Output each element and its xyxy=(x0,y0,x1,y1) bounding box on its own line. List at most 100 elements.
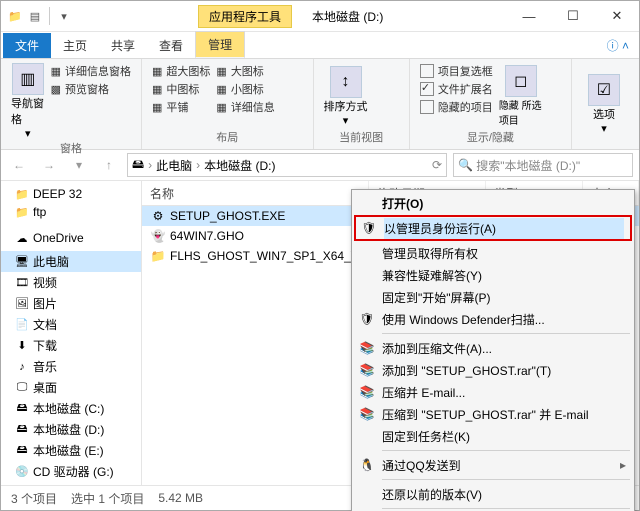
tab-manage[interactable]: 管理 xyxy=(195,31,245,58)
ctx-compress-rar-email[interactable]: 📚压缩到 "SETUP_GHOST.rar" 并 E-mail xyxy=(354,403,632,425)
recent-button[interactable]: ▾ xyxy=(67,153,91,177)
video-icon: 🎞 xyxy=(15,276,29,290)
layout-detail[interactable]: ▦ 详细信息 xyxy=(216,99,274,115)
ribbon-group-layout: ▦ 超大图标 ▦ 中图标 ▦ 平铺 ▦ 大图标 ▦ 小图标 ▦ 详细信息 布局 xyxy=(142,59,314,149)
ctx-restore-prev[interactable]: 还原以前的版本(V) xyxy=(354,483,632,505)
detail-pane-toggle[interactable]: ▦ 详细信息窗格 xyxy=(51,63,131,79)
tab-share[interactable]: 共享 xyxy=(99,33,147,58)
separator-icon xyxy=(382,479,630,480)
disc-icon: 💿 xyxy=(15,465,29,479)
tree-desktop[interactable]: 🖵桌面 xyxy=(1,377,141,398)
defender-icon: 🛡 xyxy=(358,312,376,326)
ctx-pin-start[interactable]: 固定到"开始"屏幕(P) xyxy=(354,286,632,308)
crumb-pc[interactable]: 此电脑 xyxy=(156,157,192,174)
separator-icon xyxy=(382,450,630,451)
status-selected: 选中 1 个项目 xyxy=(71,490,144,507)
tree-onedrive[interactable]: ☁OneDrive xyxy=(1,229,141,247)
archive-icon: 📚 xyxy=(358,385,376,399)
ctx-run-as-admin[interactable]: 🛡以管理员身份运行(A) xyxy=(354,215,632,241)
sort-icon: ↕ xyxy=(330,66,362,98)
ribbon-body: ▥ 导航窗格 ▾ ▦ 详细信息窗格 ▩ 预览窗格 窗格 ▦ 超大图标 ▦ 中图标… xyxy=(1,59,639,150)
ribbon-group-current: ↕ 排序方式 ▾ 当前视图 xyxy=(314,59,410,149)
close-button[interactable]: ✕ xyxy=(595,1,639,31)
music-icon: ♪ xyxy=(15,360,29,374)
preview-pane-toggle[interactable]: ▩ 预览窗格 xyxy=(51,81,131,97)
help-icon[interactable]: ⓘ ˄ xyxy=(597,33,639,58)
chk-extensions[interactable]: 文件扩展名 xyxy=(420,81,493,97)
back-button[interactable]: ← xyxy=(7,153,31,177)
ctx-pin-taskbar[interactable]: 固定到任务栏(K) xyxy=(354,425,632,447)
tree-deep32[interactable]: 📁DEEP 32 xyxy=(1,185,141,203)
ribbon-group-options: ☑ 选项 ▾ xyxy=(572,59,639,149)
chk-checkboxes[interactable]: 项目复选框 xyxy=(420,63,493,79)
drive-icon: 🖴 xyxy=(15,423,29,437)
search-icon: 🔍 xyxy=(458,158,473,172)
tree-drive-c[interactable]: 🖴本地磁盘 (C:) xyxy=(1,398,141,419)
archive-icon: 📚 xyxy=(358,407,376,421)
contextual-tab-label: 应用程序工具 xyxy=(198,5,292,28)
breadcrumb[interactable]: 🖴 › 此电脑 › 本地磁盘 (D:) ⟳ xyxy=(127,153,447,177)
layout-small[interactable]: ▦ 小图标 xyxy=(216,81,274,97)
tree-thispc[interactable]: 🖥此电脑 xyxy=(1,251,141,272)
minimize-button[interactable]: — xyxy=(507,1,551,31)
tree-downloads[interactable]: ⬇下载 xyxy=(1,335,141,356)
nav-tree[interactable]: 📁DEEP 32 📁ftp ☁OneDrive 🖥此电脑 🎞视频 🖼图片 📄文档… xyxy=(1,181,142,485)
shield-icon: 🛡 xyxy=(360,221,378,235)
tab-file[interactable]: 文件 xyxy=(3,33,51,58)
tree-videos[interactable]: 🎞视频 xyxy=(1,272,141,293)
drive-icon: 🖴 xyxy=(15,402,29,416)
layout-large[interactable]: ▦ 大图标 xyxy=(216,63,274,79)
nav-pane-button[interactable]: ▥ 导航窗格 ▾ xyxy=(11,63,45,140)
ribbon-group-showhide: 项目复选框 文件扩展名 隐藏的项目 ◻ 隐藏 所选项目 显示/隐藏 xyxy=(410,59,572,149)
ctx-qq-send[interactable]: 🐧通过QQ发送到▸ xyxy=(354,454,632,476)
ctx-defender[interactable]: 🛡使用 Windows Defender扫描... xyxy=(354,308,632,330)
ribbon-group-panes: ▥ 导航窗格 ▾ ▦ 详细信息窗格 ▩ 预览窗格 窗格 xyxy=(1,59,142,149)
search-input[interactable]: 🔍 搜索"本地磁盘 (D:)" xyxy=(453,153,633,177)
ctx-add-rar[interactable]: 📚添加到 "SETUP_GHOST.rar"(T) xyxy=(354,359,632,381)
tree-drive-e[interactable]: 🖴本地磁盘 (E:) xyxy=(1,440,141,461)
address-bar-row: ← → ▾ ↑ 🖴 › 此电脑 › 本地磁盘 (D:) ⟳ 🔍 搜索"本地磁盘 … xyxy=(1,150,639,181)
archive-icon: 📚 xyxy=(358,363,376,377)
layout-xl[interactable]: ▦ 超大图标 xyxy=(152,63,210,79)
maximize-button[interactable]: ☐ xyxy=(551,1,595,31)
col-name[interactable]: 名称 xyxy=(142,181,369,205)
layout-med[interactable]: ▦ 中图标 xyxy=(152,81,210,97)
tree-drive-d[interactable]: 🖴本地磁盘 (D:) xyxy=(1,419,141,440)
context-menu: 打开(O) 🛡以管理员身份运行(A) 管理员取得所有权 兼容性疑难解答(Y) 固… xyxy=(351,189,635,511)
layout-tiles[interactable]: ▦ 平铺 xyxy=(152,99,210,115)
tree-cd[interactable]: 💿CD 驱动器 (G:) xyxy=(1,461,141,482)
tree-music[interactable]: ♪音乐 xyxy=(1,356,141,377)
ctx-add-archive[interactable]: 📚添加到压缩文件(A)... xyxy=(354,337,632,359)
folder-icon: 📁 xyxy=(7,8,23,24)
tab-home[interactable]: 主页 xyxy=(51,33,99,58)
props-icon[interactable]: ▤ xyxy=(27,8,43,24)
download-icon: ⬇ xyxy=(15,339,29,353)
tree-ftp[interactable]: 📁ftp xyxy=(1,203,141,221)
up-button[interactable]: ↑ xyxy=(97,153,121,177)
ctx-compress-email[interactable]: 📚压缩并 E-mail... xyxy=(354,381,632,403)
forward-button[interactable]: → xyxy=(37,153,61,177)
crumb-drive[interactable]: 本地磁盘 (D:) xyxy=(204,157,275,174)
ctx-compat[interactable]: 兼容性疑难解答(Y) xyxy=(354,264,632,286)
tree-pictures[interactable]: 🖼图片 xyxy=(1,293,141,314)
status-items: 3 个项目 xyxy=(11,490,57,507)
exe-icon: ⚙ xyxy=(150,208,166,224)
options-button[interactable]: ☑ 选项 ▾ xyxy=(582,63,626,145)
status-size: 5.42 MB xyxy=(158,491,203,505)
dropdown-icon[interactable]: ▾ xyxy=(56,8,72,24)
drive-icon: 🖴 xyxy=(132,155,144,176)
ribbon-tabs: 文件 主页 共享 查看 管理 ⓘ ˄ xyxy=(1,32,639,59)
pc-icon: 🖥 xyxy=(15,255,29,269)
titlebar: 📁 ▤ ▾ 应用程序工具 本地磁盘 (D:) — ☐ ✕ xyxy=(1,1,639,32)
ctx-open[interactable]: 打开(O) xyxy=(354,192,632,214)
chk-hidden[interactable]: 隐藏的项目 xyxy=(420,99,493,115)
refresh-icon[interactable]: ⟳ xyxy=(432,158,442,172)
ctx-take-ownership[interactable]: 管理员取得所有权 xyxy=(354,242,632,264)
tree-documents[interactable]: 📄文档 xyxy=(1,314,141,335)
sort-button[interactable]: ↕ 排序方式 ▾ xyxy=(324,63,368,129)
hide-selected-button[interactable]: ◻ 隐藏 所选项目 xyxy=(499,63,543,129)
folder-icon: 📁 xyxy=(15,205,29,219)
quick-access-toolbar: 📁 ▤ ▾ xyxy=(1,7,78,25)
hide-icon: ◻ xyxy=(505,65,537,97)
tab-view[interactable]: 查看 xyxy=(147,33,195,58)
